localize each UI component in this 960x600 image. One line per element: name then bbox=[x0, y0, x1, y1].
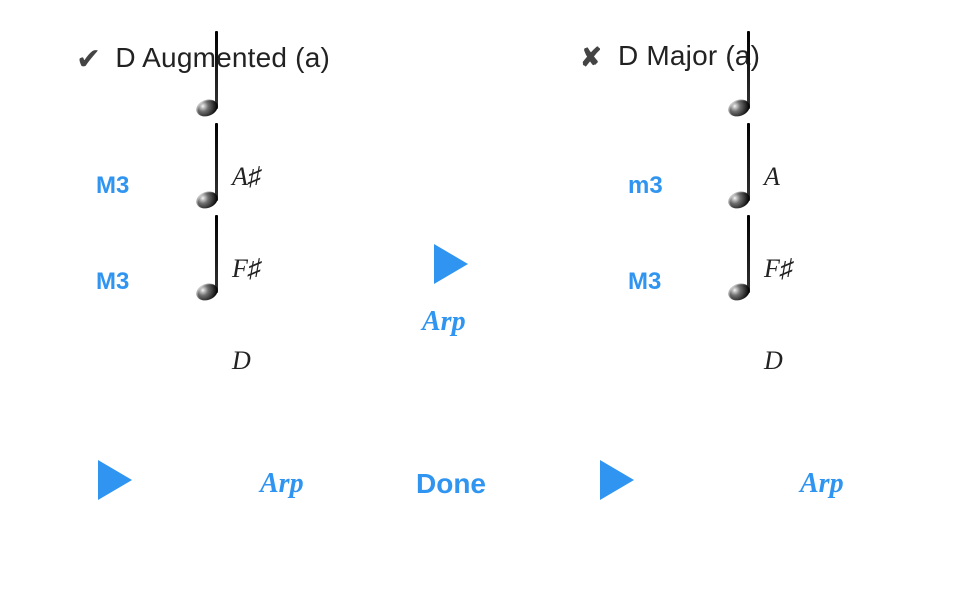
correct-icon: ✔ bbox=[76, 43, 101, 76]
play-left-button[interactable] bbox=[98, 460, 132, 500]
note-right-mid-label: F♯ bbox=[764, 254, 793, 284]
interval-left-top: M3 bbox=[96, 172, 129, 200]
left-title-text: D Augmented (a) bbox=[115, 42, 330, 73]
note-left-bot-label: D bbox=[232, 346, 251, 376]
arp-left-button[interactable]: Arp bbox=[260, 468, 304, 500]
play-right-button[interactable] bbox=[600, 460, 634, 500]
note-right-top-label: A bbox=[764, 162, 780, 192]
done-button[interactable]: Done bbox=[416, 468, 486, 500]
note-right-bot-label: D bbox=[764, 346, 783, 376]
arp-center-button[interactable]: Arp bbox=[422, 306, 466, 338]
interval-right-bottom: M3 bbox=[628, 268, 661, 296]
interval-left-bottom: M3 bbox=[96, 268, 129, 296]
incorrect-icon: ✘ bbox=[580, 42, 602, 72]
arp-right-button[interactable]: Arp bbox=[800, 468, 844, 500]
right-title: ✘ D Major (a) bbox=[580, 40, 760, 72]
interval-right-top: m3 bbox=[628, 172, 663, 200]
right-title-text: D Major (a) bbox=[618, 40, 760, 71]
note-left-mid-label: F♯ bbox=[232, 254, 261, 284]
left-title: ✔ D Augmented (a) bbox=[76, 40, 330, 75]
note-left-top-label: A♯ bbox=[232, 162, 261, 192]
play-center-button[interactable] bbox=[434, 244, 468, 284]
